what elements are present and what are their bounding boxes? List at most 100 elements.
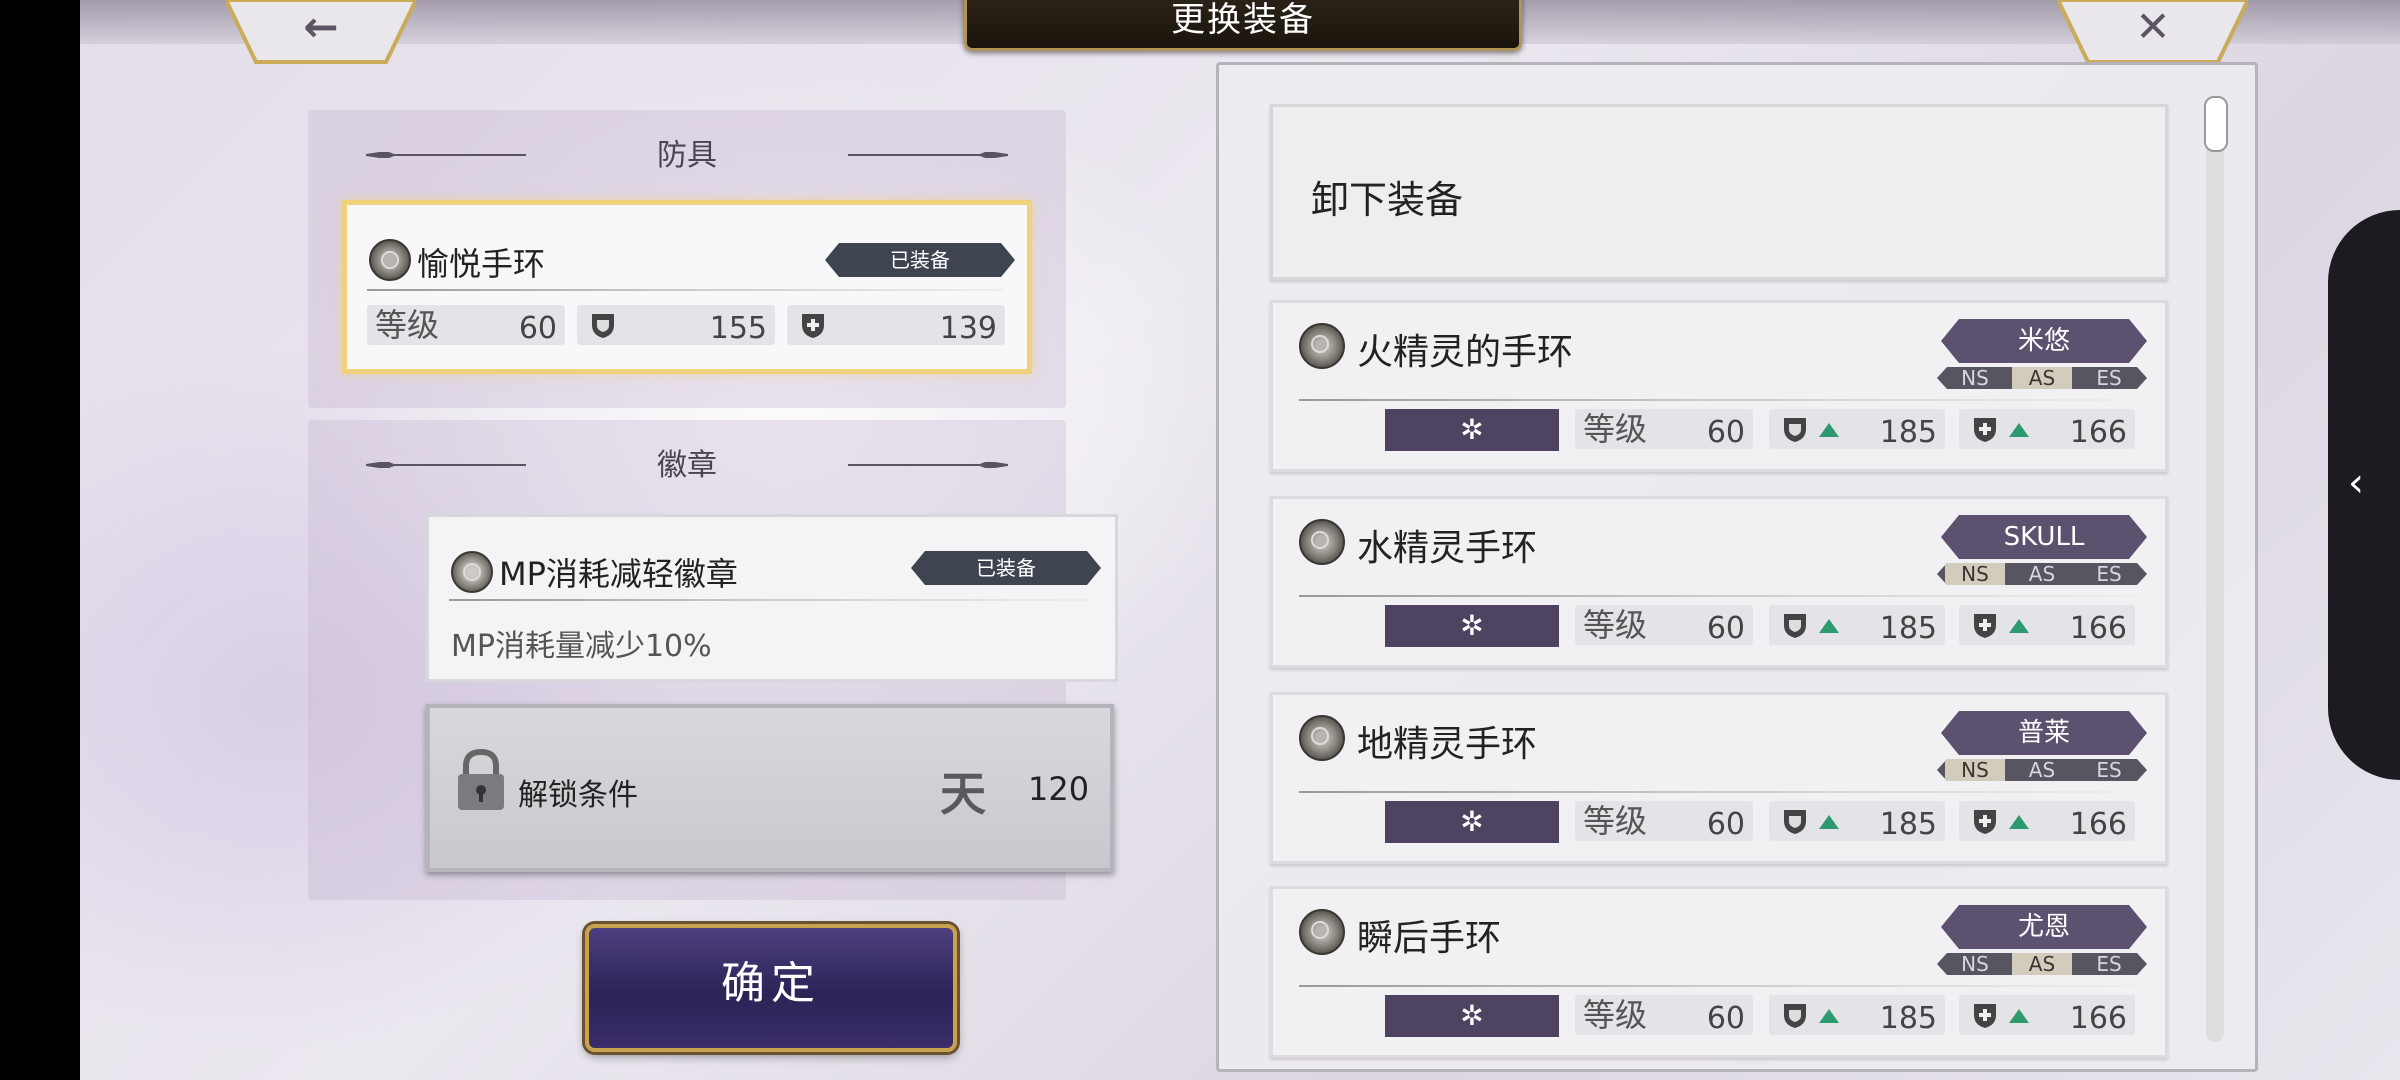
increase-arrow-icon — [2009, 815, 2029, 829]
defense-value: 185 — [1879, 415, 1937, 450]
item-name: 水精灵手环 — [1357, 528, 1538, 569]
level-value: 60 — [518, 311, 557, 346]
badge-description: MP消耗量减少10% — [451, 629, 712, 664]
owner-tag: 尤恩 — [1941, 905, 2147, 949]
divider — [367, 289, 1003, 291]
server-es: ES — [2096, 562, 2122, 586]
locked-slot-card[interactable]: 解锁条件 天 120 — [426, 704, 1114, 872]
level-value: 60 — [1706, 807, 1745, 842]
level-label: 等级 — [1583, 802, 1648, 840]
level-stat: 等级 60 — [367, 305, 565, 346]
server-tags: NS AS ES — [1937, 953, 2147, 975]
equipment-item[interactable]: 地精灵手环 普莱 NS AS ES ✲ 等级 60 185 166 — [1270, 692, 2168, 864]
server-as: AS — [2028, 562, 2056, 586]
page-title: 更换装备 — [964, 0, 1522, 51]
level-label: 等级 — [375, 306, 440, 344]
rank-glyph-icon: 天 — [940, 767, 986, 821]
shield-plus-icon — [1974, 810, 1996, 834]
defense-stat: 155 — [577, 305, 775, 346]
equipment-item[interactable]: 火精灵的手环 米悠 NS AS ES ✲ 等级 60 185 166 — [1270, 300, 2168, 472]
increase-arrow-icon — [2009, 423, 2029, 437]
confirm-button[interactable]: 确定 — [585, 924, 957, 1052]
element-badge: ✲ — [1385, 995, 1559, 1037]
increase-arrow-icon — [2009, 619, 2029, 633]
level-value: 60 — [1706, 611, 1745, 646]
level-value: 60 — [1706, 1001, 1745, 1036]
server-tags: NS AS ES — [1937, 759, 2147, 781]
bracelet-icon — [1299, 715, 1345, 761]
unequip-button[interactable]: 卸下装备 — [1270, 104, 2168, 280]
level-value: 60 — [1706, 415, 1745, 450]
defense-value: 185 — [1879, 1001, 1937, 1036]
heading-ornament-left — [366, 152, 526, 158]
close-button[interactable]: ✕ — [2058, 0, 2248, 64]
game-screen: ← 更换装备 ✕ 防具 愉悦手环 已装备 等级 60 155 139 徽章 MP… — [80, 0, 2400, 1080]
shield-plus-icon — [1974, 418, 1996, 442]
equipped-armor-card[interactable]: 愉悦手环 已装备 等级 60 155 139 — [342, 200, 1032, 374]
unlock-condition-label: 解锁条件 — [518, 778, 638, 813]
bracelet-icon — [1299, 519, 1345, 565]
server-es: ES — [2096, 952, 2122, 976]
element-badge: ✲ — [1385, 801, 1559, 843]
magic-defense-value: 166 — [2069, 611, 2127, 646]
magic-defense-value: 166 — [2069, 1001, 2127, 1036]
light-element-icon: ✲ — [1460, 609, 1484, 642]
owner-tag: SKULL — [1941, 515, 2147, 559]
shield-icon — [1784, 614, 1806, 638]
item-name: 瞬后手环 — [1357, 918, 1502, 959]
shield-icon — [1784, 810, 1806, 834]
list-scrollbar[interactable] — [2206, 96, 2224, 1042]
defense-stat: 185 — [1769, 605, 1945, 646]
scroll-thumb[interactable] — [2204, 96, 2228, 152]
server-es: ES — [2096, 366, 2122, 390]
level-stat: 等级 60 — [1575, 605, 1753, 646]
magic-defense-value: 139 — [939, 311, 997, 346]
magic-defense-value: 166 — [2069, 807, 2127, 842]
element-badge: ✲ — [1385, 605, 1559, 647]
heading-ornament-left — [366, 462, 526, 468]
equipped-badge-card[interactable]: MP消耗减轻徽章 已装备 MP消耗量减少10% — [426, 514, 1118, 682]
server-as: AS — [2012, 367, 2072, 389]
shield-icon — [1784, 418, 1806, 442]
level-label: 等级 — [1583, 606, 1648, 644]
server-ns: NS — [1945, 563, 2005, 585]
side-drawer-tab[interactable]: ‹ — [2328, 210, 2400, 780]
level-stat: 等级 60 — [1575, 995, 1753, 1036]
bracelet-icon — [369, 239, 411, 281]
back-button[interactable]: ← — [226, 0, 416, 64]
level-label: 等级 — [1583, 996, 1648, 1034]
badge-icon — [451, 551, 493, 593]
server-tags: NS AS ES — [1937, 563, 2147, 585]
magic-defense-stat: 166 — [1959, 995, 2135, 1036]
equipment-item[interactable]: 瞬后手环 尤恩 NS AS ES ✲ 等级 60 185 166 — [1270, 886, 2168, 1058]
heading-ornament-right — [848, 462, 1008, 468]
magic-defense-value: 166 — [2069, 415, 2127, 450]
magic-defense-stat: 166 — [1959, 605, 2135, 646]
defense-stat: 185 — [1769, 801, 1945, 842]
increase-arrow-icon — [2009, 1009, 2029, 1023]
defense-value: 185 — [1879, 807, 1937, 842]
level-stat: 等级 60 — [1575, 409, 1753, 450]
server-as: AS — [2012, 953, 2072, 975]
unlock-value: 120 — [1028, 770, 1090, 808]
light-element-icon: ✲ — [1460, 805, 1484, 838]
bracelet-icon — [1299, 909, 1345, 955]
equipped-badge: 已装备 — [825, 243, 1015, 277]
defense-stat: 185 — [1769, 995, 1945, 1036]
defense-value: 185 — [1879, 611, 1937, 646]
unequip-label: 卸下装备 — [1311, 178, 1464, 222]
magic-defense-stat: 139 — [787, 305, 1005, 346]
level-label: 等级 — [1583, 410, 1648, 448]
magic-defense-stat: 166 — [1959, 409, 2135, 450]
badge-name: MP消耗减轻徽章 — [499, 555, 738, 593]
divider — [1299, 791, 2139, 793]
equipment-item[interactable]: 水精灵手环 SKULL NS AS ES ✲ 等级 60 185 166 — [1270, 496, 2168, 668]
item-name: 火精灵的手环 — [1357, 332, 1574, 373]
level-stat: 等级 60 — [1575, 801, 1753, 842]
server-as: AS — [2028, 758, 2056, 782]
element-badge: ✲ — [1385, 409, 1559, 451]
increase-arrow-icon — [1819, 423, 1839, 437]
shield-plus-icon — [1974, 1004, 1996, 1028]
divider — [1299, 399, 2139, 401]
chevron-left-icon: ‹ — [2348, 460, 2364, 506]
